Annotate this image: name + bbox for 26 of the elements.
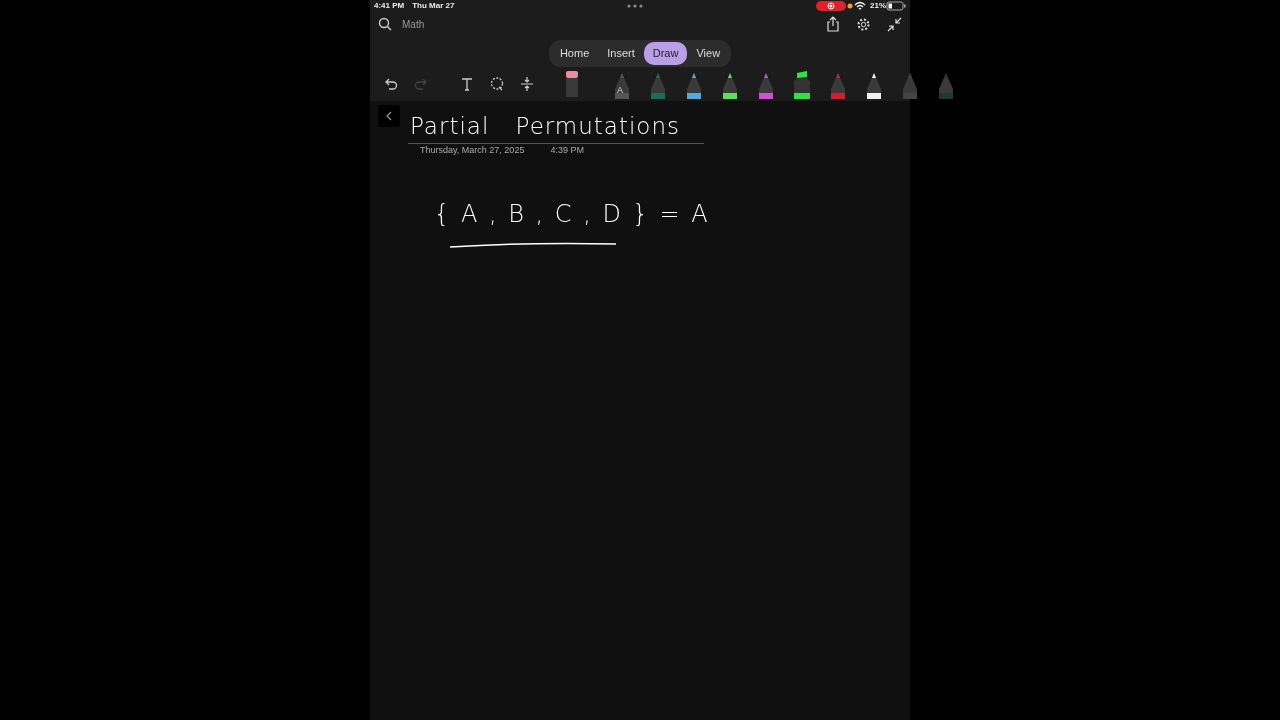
- dot-icon: [846, 2, 854, 10]
- chevron-icon: [385, 111, 393, 122]
- status-date: Thu Mar 27: [412, 0, 455, 12]
- text-tool-icon[interactable]: [459, 75, 475, 92]
- page-date: Thursday, March 27, 2025: [420, 144, 525, 157]
- settings-icon[interactable]: [856, 16, 871, 32]
- ribbon-tab[interactable]: View: [687, 42, 730, 65]
- eraser-icon[interactable]: [565, 70, 579, 97]
- status-time: 4:41 PM: [374, 0, 405, 12]
- collapse-icon[interactable]: [887, 16, 902, 32]
- ribbon-tab[interactable]: Insert: [598, 42, 644, 65]
- wifi-icon: [854, 1, 866, 11]
- lasso-icon[interactable]: [489, 75, 505, 92]
- page-title: Partial Permutations: [408, 108, 704, 144]
- search-icon: [378, 17, 392, 31]
- battery-percent: 21%: [870, 0, 886, 12]
- pen-label: A: [616, 85, 624, 95]
- page-time: 4:39 PM: [550, 144, 584, 157]
- search-field[interactable]: Math: [400, 15, 520, 33]
- more-icon[interactable]: [627, 4, 644, 8]
- ribbon-tab[interactable]: Draw: [643, 42, 688, 65]
- ribbon-tab[interactable]: Home: [550, 42, 599, 65]
- handwritten-text: { A , B , C , D } = A: [434, 198, 709, 230]
- space-tool-icon[interactable]: [519, 75, 535, 92]
- battery-icon: [886, 1, 906, 11]
- share-icon[interactable]: [826, 16, 840, 32]
